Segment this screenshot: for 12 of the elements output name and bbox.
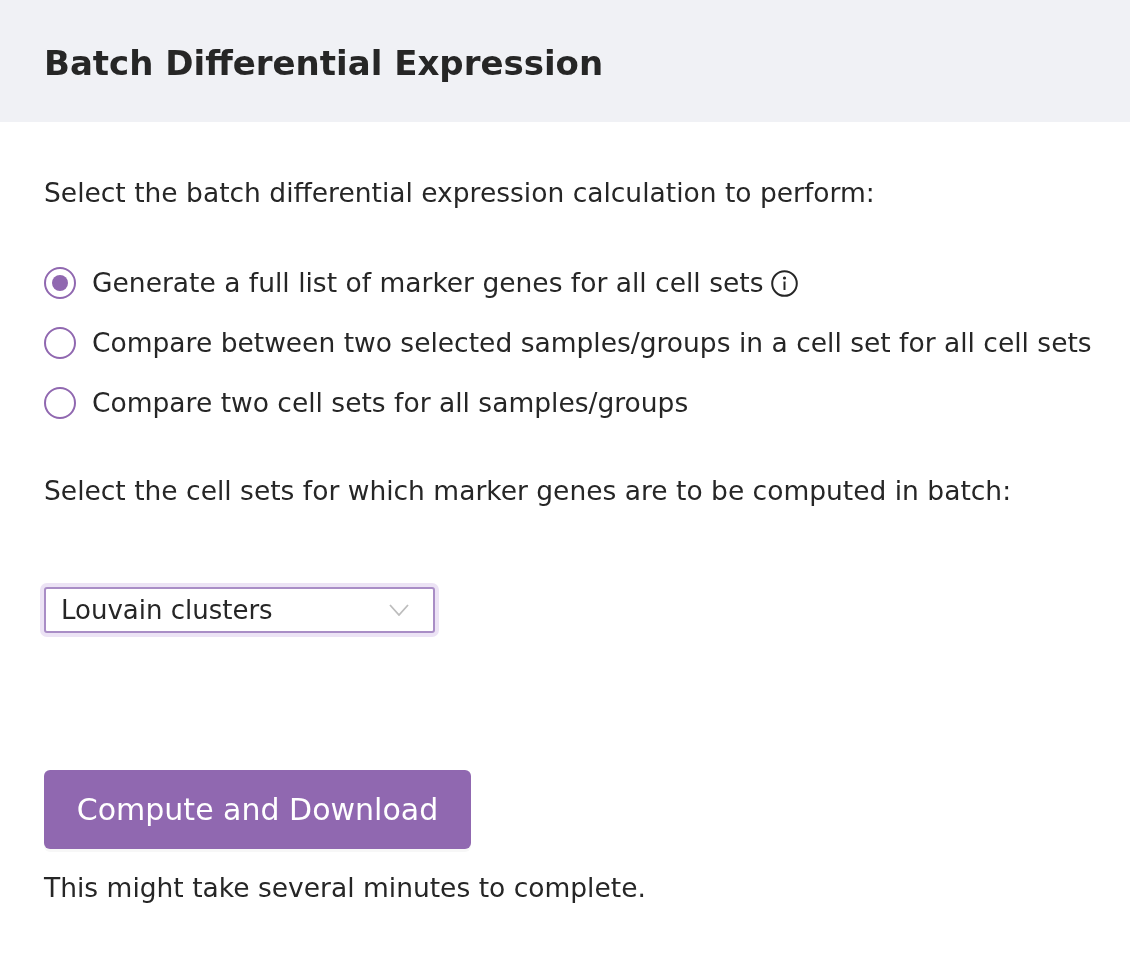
compute-and-download-button[interactable]: Compute and Download	[44, 770, 471, 849]
page-title: Batch Differential Expression	[44, 42, 604, 85]
radio-button[interactable]	[44, 327, 76, 359]
radio-option-label[interactable]: Compare between two selected samples/groups in a cell set for all cell sets	[92, 325, 1092, 361]
calculation-prompt: Select the batch differential expression calculation to perform:	[44, 176, 875, 210]
chevron-down-icon	[389, 604, 409, 616]
radio-button[interactable]	[44, 267, 76, 299]
duration-note: This might take several minutes to complete.	[44, 871, 646, 905]
radio-option-label[interactable]: Generate a full list of marker genes for all cell sets	[92, 265, 764, 301]
cell-sets-prompt: Select the cell sets for which marker genes are to be computed in batch:	[44, 474, 1012, 508]
radio-button[interactable]	[44, 387, 76, 419]
radio-option-label[interactable]: Compare two cell sets for all samples/groups	[92, 385, 689, 421]
